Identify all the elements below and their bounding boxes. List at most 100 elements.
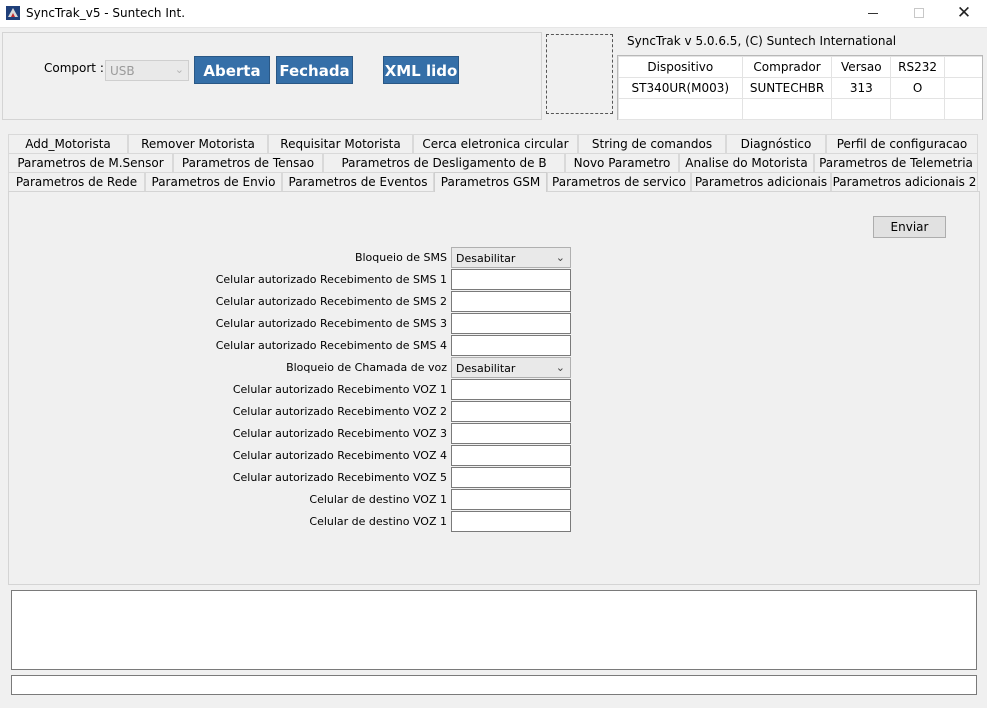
tab-gsm[interactable]: Parametros GSM	[434, 172, 547, 192]
field-label: Celular autorizado Recebimento VOZ 1	[232, 383, 447, 396]
sms-phone-2-input[interactable]	[451, 291, 571, 312]
field-label: Celular autorizado Recebimento VOZ 4	[232, 449, 447, 462]
form-row-sms-block: Bloqueio de SMS Desabilitar ⌄	[9, 247, 981, 269]
field-label: Bloqueio de SMS	[354, 251, 447, 264]
gsm-panel: Enviar Bloqueio de SMS Desabilitar ⌄ Cel…	[8, 191, 980, 585]
field-label: Celular autorizado Recebimento de SMS 3	[215, 317, 447, 330]
tab-perfil-configuracao[interactable]: Perfil de configuracao	[826, 134, 978, 153]
voice-block-select[interactable]: Desabilitar ⌄	[451, 357, 571, 378]
sms-phone-4-input[interactable]	[451, 335, 571, 356]
table-row	[618, 98, 982, 120]
tab-m-sensor[interactable]: Parametros de M.Sensor	[8, 153, 173, 172]
table-cell: O	[890, 77, 945, 99]
field-label: Celular autorizado Recebimento VOZ 2	[232, 405, 447, 418]
comport-value: USB	[110, 64, 135, 78]
field-label: Bloqueio de Chamada de voz	[286, 361, 447, 374]
empty-cell	[944, 56, 982, 78]
tab-tensao[interactable]: Parametros de Tensao	[173, 153, 323, 172]
field-label: Celular autorizado Recebimento de SMS 2	[215, 295, 447, 308]
table-cell: SUNTECHBR	[741, 77, 833, 99]
tab-servico[interactable]: Parametros de servico	[547, 172, 691, 191]
form-row-voz-4: Celular autorizado Recebimento VOZ 4	[9, 445, 981, 467]
field-label: Celular autorizado Recebimento de SMS 4	[215, 339, 447, 352]
form-row-voz-2: Celular autorizado Recebimento VOZ 2	[9, 401, 981, 423]
form-row-dest-voz-1b: Celular de destino VOZ 1	[9, 511, 981, 533]
tab-remover-motorista[interactable]: Remover Motorista	[128, 134, 268, 153]
tab-desligamento[interactable]: Parametros de Desligamento de B	[323, 153, 565, 172]
minimize-button[interactable]	[850, 0, 896, 28]
tab-analise-motorista[interactable]: Analise do Motorista	[679, 153, 814, 172]
tab-adicionais[interactable]: Parametros adicionais	[691, 172, 831, 191]
form-row-dest-voz-1: Celular de destino VOZ 1	[9, 489, 981, 511]
form-row-voz-1: Celular autorizado Recebimento VOZ 1	[9, 379, 981, 401]
chevron-down-icon: ⌄	[174, 63, 184, 76]
title-bar: SyncTrak_v5 - Suntech Int. ✕	[0, 0, 987, 28]
open-port-button[interactable]: Aberta	[194, 56, 270, 84]
tab-requisitar-motorista[interactable]: Requisitar Motorista	[268, 134, 413, 153]
tab-rede[interactable]: Parametros de Rede	[8, 172, 145, 191]
form-row-sms-3: Celular autorizado Recebimento de SMS 3	[9, 313, 981, 335]
version-text: SyncTrak v 5.0.6.5, (C) Suntech Internat…	[627, 34, 897, 48]
field-label: Celular de destino VOZ 1	[309, 493, 447, 506]
header-cell: Dispositivo	[618, 56, 743, 78]
voice-phone-1-input[interactable]	[451, 379, 571, 400]
table-cell: ST340UR(M003)	[618, 77, 743, 99]
empty-cell	[890, 98, 945, 120]
field-label: Celular autorizado Recebimento de SMS 1	[215, 273, 447, 286]
device-image-box	[546, 34, 613, 114]
send-button[interactable]: Enviar	[873, 216, 946, 238]
connection-panel: Comport : USB ⌄ Aberta Fechada XML lido	[2, 32, 542, 120]
voice-phone-4-input[interactable]	[451, 445, 571, 466]
maximize-icon	[914, 8, 924, 18]
comport-select[interactable]: USB ⌄	[105, 60, 189, 81]
table-row: ST340UR(M003) SUNTECHBR 313 O	[618, 77, 982, 99]
sms-block-select[interactable]: Desabilitar ⌄	[451, 247, 571, 268]
tab-diagnostico[interactable]: Diagnóstico	[726, 134, 826, 153]
voice-phone-2-input[interactable]	[451, 401, 571, 422]
comport-label: Comport :	[44, 61, 104, 75]
voice-phone-5-input[interactable]	[451, 467, 571, 488]
header-cell: RS232	[890, 56, 945, 78]
form-row-voz-3: Celular autorizado Recebimento VOZ 3	[9, 423, 981, 445]
maximize-button[interactable]	[896, 0, 942, 28]
empty-cell	[831, 98, 892, 120]
synctrak-app-icon	[6, 6, 20, 20]
destination-voice-1-input[interactable]	[451, 489, 571, 510]
tab-envio[interactable]: Parametros de Envio	[145, 172, 282, 191]
field-label: Celular autorizado Recebimento VOZ 5	[232, 471, 447, 484]
form-row-voz-5: Celular autorizado Recebimento VOZ 5	[9, 467, 981, 489]
form-row-voice-block: Bloqueio de Chamada de voz Desabilitar ⌄	[9, 357, 981, 379]
tab-eventos[interactable]: Parametros de Eventos	[282, 172, 434, 191]
tab-add-motorista[interactable]: Add_Motorista	[8, 134, 128, 153]
empty-cell	[741, 98, 833, 120]
close-icon: ✕	[956, 3, 972, 23]
log-textarea[interactable]	[11, 590, 977, 670]
form-row-sms-1: Celular autorizado Recebimento de SMS 1	[9, 269, 981, 291]
destination-voice-1b-input[interactable]	[451, 511, 571, 532]
status-field	[11, 675, 977, 695]
xml-read-button[interactable]: XML lido	[383, 56, 459, 84]
sms-phone-3-input[interactable]	[451, 313, 571, 334]
device-info-table: Dispositivo Comprador Versao RS232 ST340…	[617, 55, 983, 120]
form-row-sms-4: Celular autorizado Recebimento de SMS 4	[9, 335, 981, 357]
table-cell: 313	[831, 77, 892, 99]
close-button[interactable]: ✕	[941, 0, 987, 28]
empty-cell	[944, 98, 982, 120]
tab-telemetria[interactable]: Parametros de Telemetria	[814, 153, 978, 172]
tab-string-comandos[interactable]: String de comandos	[578, 134, 726, 153]
chevron-down-icon: ⌄	[555, 361, 565, 374]
empty-cell	[618, 98, 743, 120]
close-port-button[interactable]: Fechada	[276, 56, 353, 84]
form-row-sms-2: Celular autorizado Recebimento de SMS 2	[9, 291, 981, 313]
header-cell: Versao	[831, 56, 892, 78]
table-header-row: Dispositivo Comprador Versao RS232	[618, 56, 982, 78]
tab-adicionais-2[interactable]: Parametros adicionais 2	[831, 172, 978, 191]
chevron-down-icon: ⌄	[555, 251, 565, 264]
minimize-icon	[868, 12, 878, 14]
header-cell: Comprador	[741, 56, 833, 78]
voice-phone-3-input[interactable]	[451, 423, 571, 444]
sms-phone-1-input[interactable]	[451, 269, 571, 290]
select-value: Desabilitar	[456, 252, 516, 265]
tab-cerca-eletronica[interactable]: Cerca eletronica circular	[413, 134, 578, 153]
tab-novo-parametro[interactable]: Novo Parametro	[565, 153, 679, 172]
